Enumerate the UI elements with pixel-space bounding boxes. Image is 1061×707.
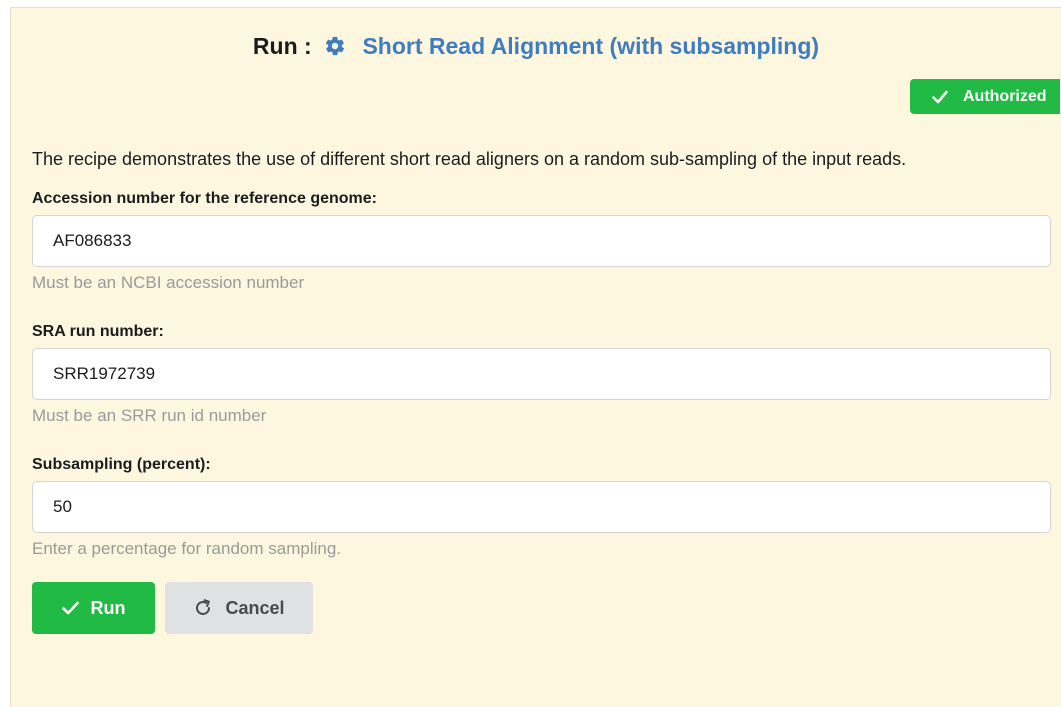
- run-label: Run :: [252, 33, 312, 59]
- accession-input[interactable]: [32, 215, 1051, 267]
- run-button-label: Run: [90, 597, 126, 618]
- subsampling-input[interactable]: [32, 481, 1051, 533]
- accession-label: Accession number for the reference genom…: [32, 190, 377, 207]
- recipe-run-panel: Run : Short Read Alignment (with subsamp…: [10, 7, 1061, 707]
- page-title: Run : Short Read Alignment (with subsamp…: [11, 31, 1061, 64]
- subsampling-label: Subsampling (percent):: [32, 456, 211, 473]
- accession-hint: Must be an NCBI accession number: [32, 273, 305, 292]
- recipe-name-link[interactable]: Short Read Alignment (with subsampling): [362, 33, 819, 59]
- subsampling-hint: Enter a percentage for random sampling.: [32, 539, 342, 558]
- checkmark-icon: [932, 90, 948, 103]
- recipe-description: The recipe demonstrates the use of diffe…: [32, 149, 907, 169]
- cancel-button[interactable]: Cancel: [165, 582, 313, 634]
- checkmark-icon: [61, 601, 79, 615]
- sra-run-hint: Must be an SRR run id number: [32, 406, 267, 425]
- authorized-label: Authorized: [963, 87, 1047, 105]
- gear-icon: [324, 34, 346, 64]
- cancel-button-label: Cancel: [225, 597, 285, 618]
- authorized-badge: Authorized: [910, 79, 1060, 114]
- run-button[interactable]: Run: [32, 582, 155, 634]
- sra-run-input[interactable]: [32, 348, 1051, 400]
- redo-icon: [196, 599, 211, 615]
- sra-run-label: SRA run number:: [32, 323, 164, 340]
